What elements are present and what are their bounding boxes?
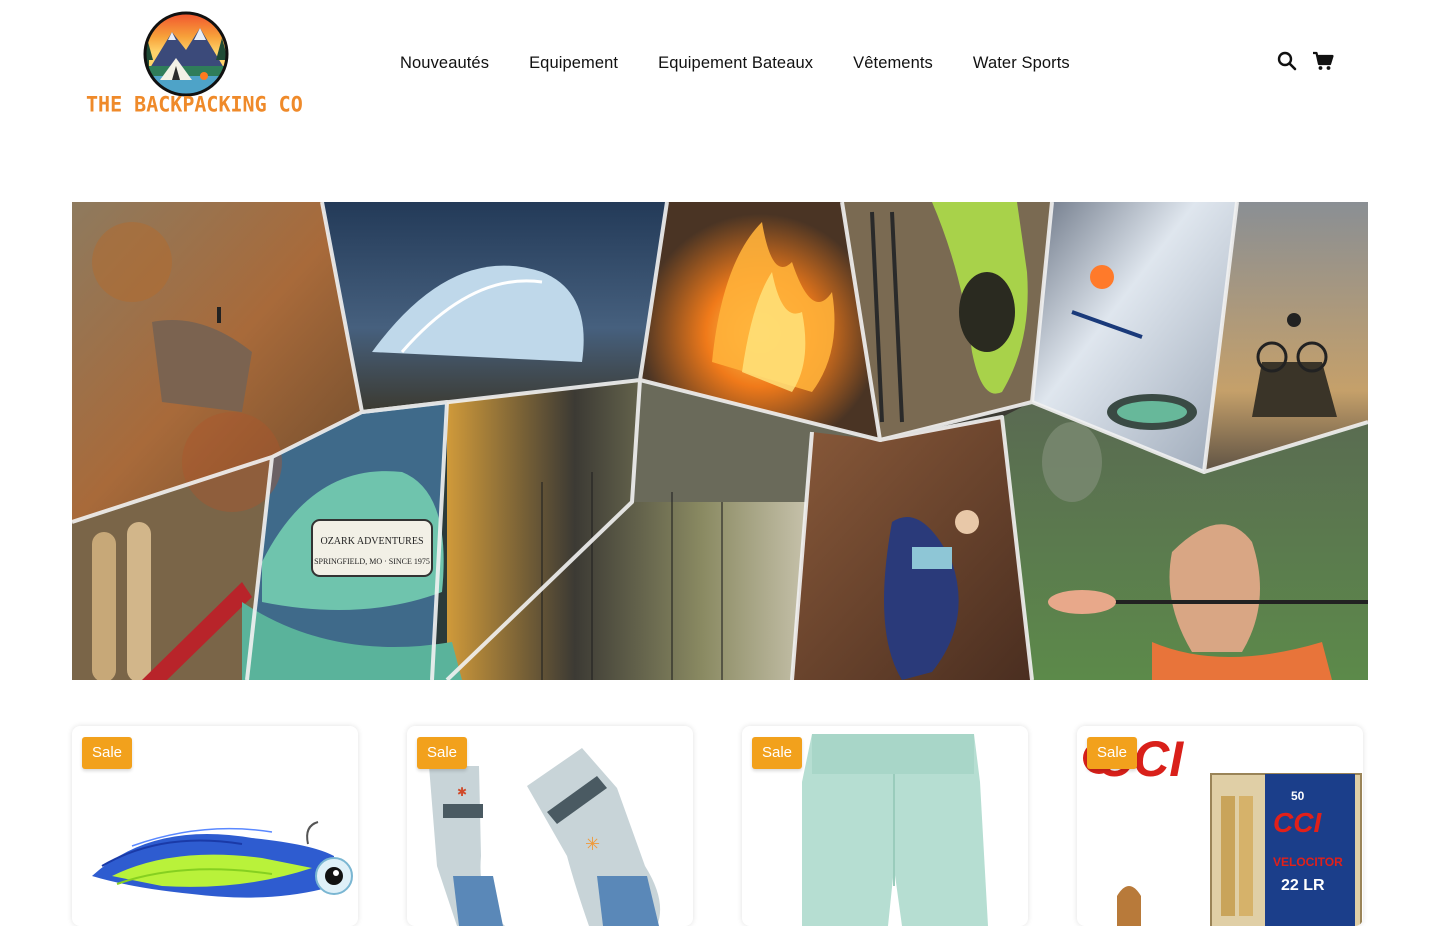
product-card[interactable]: Sale CCI 50 CCI VELOCITOR 22 LR bbox=[1077, 726, 1363, 926]
product-grid: Sale Sale ✳ ✱ Sale Sale CCI 50 CCI VELOC… bbox=[72, 726, 1368, 926]
nav-item-vetements[interactable]: Vêtements bbox=[833, 54, 953, 73]
sale-badge: Sale bbox=[82, 737, 133, 769]
sale-badge: Sale bbox=[417, 737, 468, 769]
ammo-count: 50 bbox=[1291, 789, 1305, 803]
product-card[interactable]: Sale bbox=[742, 726, 1028, 926]
cart-button[interactable] bbox=[1312, 50, 1334, 72]
ammo-name: VELOCITOR bbox=[1273, 855, 1343, 869]
product-card[interactable]: Sale ✳ ✱ bbox=[407, 726, 693, 926]
brand-logo[interactable]: THE BACKPACKING CO bbox=[84, 8, 303, 124]
nav-item-nouveautes[interactable]: Nouveautés bbox=[380, 54, 509, 73]
site-header: THE BACKPACKING CO Nouveautés Equipement… bbox=[0, 0, 1440, 140]
hero-banner[interactable]: OZARK ADVENTURES SPRINGFIELD, MO · SINCE… bbox=[72, 202, 1368, 680]
outdoor-activities-collage-icon: OZARK ADVENTURES SPRINGFIELD, MO · SINCE… bbox=[72, 202, 1368, 680]
header-actions bbox=[1276, 50, 1334, 72]
svg-text:✳: ✳ bbox=[585, 834, 600, 855]
cap-patch-line2: SPRINGFIELD, MO · SINCE 1975 bbox=[314, 557, 430, 566]
ammo-caliber: 22 LR bbox=[1281, 877, 1325, 894]
main-nav: Nouveautés Equipement Equipement Bateaux… bbox=[380, 48, 1090, 78]
ammo-brand: CCI bbox=[1273, 807, 1322, 838]
search-button[interactable] bbox=[1276, 50, 1298, 72]
sale-badge: Sale bbox=[752, 737, 803, 769]
svg-text:✱: ✱ bbox=[457, 785, 467, 799]
mountain-tent-campfire-logo-icon bbox=[143, 11, 229, 97]
nav-item-equipement-bateaux[interactable]: Equipement Bateaux bbox=[638, 54, 833, 73]
nav-item-equipement[interactable]: Equipement bbox=[509, 54, 638, 73]
product-card[interactable]: Sale bbox=[72, 726, 358, 926]
cap-patch-line1: OZARK ADVENTURES bbox=[320, 536, 423, 547]
search-icon bbox=[1277, 51, 1297, 71]
nav-item-water-sports[interactable]: Water Sports bbox=[953, 54, 1090, 73]
brand-name: THE BACKPACKING CO bbox=[86, 91, 303, 117]
sale-badge: Sale bbox=[1087, 737, 1138, 769]
cart-icon bbox=[1313, 51, 1334, 70]
